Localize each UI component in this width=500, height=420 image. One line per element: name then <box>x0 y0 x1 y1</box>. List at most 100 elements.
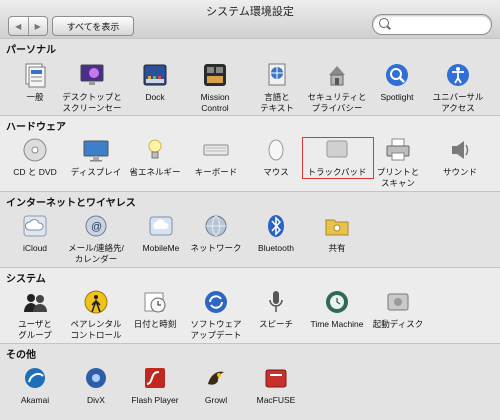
pref-flash-player[interactable]: Flash Player <box>122 364 188 406</box>
back-button[interactable]: ◀ <box>9 17 28 35</box>
pref-label: Bluetooth <box>258 243 294 253</box>
desktop-icon <box>78 61 106 89</box>
section-title: その他 <box>6 350 36 361</box>
pref-sound[interactable]: サウンド <box>427 136 493 178</box>
search-field[interactable] <box>372 14 492 35</box>
pref-label: 共有 <box>328 243 346 253</box>
pref-label: Akamai <box>20 395 50 405</box>
pref-label: セキュリティと プライバシー <box>307 92 367 113</box>
pref-growl[interactable]: Growl <box>183 364 249 406</box>
growl-icon <box>202 364 230 392</box>
section-internet-wireless: インターネットとワイヤレス iCloud @ メール/連絡先/ カレンダー Mo… <box>0 191 500 268</box>
pref-universal-access[interactable]: ユニバーサル アクセス <box>425 61 491 114</box>
display-icon <box>82 136 110 164</box>
printer-icon <box>384 136 412 164</box>
pref-label: メール/連絡先/ カレンダー <box>68 243 124 264</box>
pref-language[interactable]: 言語と テキスト <box>244 61 310 114</box>
bluetooth-icon <box>262 212 290 240</box>
network-icon <box>202 212 230 240</box>
pref-label: 言語と テキスト <box>260 92 294 113</box>
pref-display[interactable]: ディスプレイ <box>63 136 129 178</box>
date-time-icon <box>141 288 169 316</box>
section-title: システム <box>6 274 46 285</box>
language-icon <box>263 61 291 89</box>
pref-cd-dvd[interactable]: CD と DVD <box>2 136 68 178</box>
pref-label: キーボード <box>194 167 238 177</box>
pref-mail-contacts[interactable]: @ メール/連絡先/ カレンダー <box>63 212 129 265</box>
pref-icloud[interactable]: iCloud <box>2 212 68 254</box>
mobileme-icon <box>147 212 175 240</box>
pref-label: Flash Player <box>131 395 179 405</box>
nav-buttons: ◀ ▶ <box>8 16 48 36</box>
pref-label: 起動ディスク <box>372 319 424 329</box>
time-machine-icon <box>323 288 351 316</box>
pref-time-machine[interactable]: Time Machine <box>304 288 370 330</box>
energy-saver-icon <box>141 136 169 164</box>
search-icon <box>379 18 389 28</box>
divx-icon <box>82 364 110 392</box>
forward-button[interactable]: ▶ <box>27 17 48 35</box>
pref-label: iCloud <box>22 243 48 253</box>
pref-print-scan[interactable]: プリントと スキャン <box>365 136 431 189</box>
pref-bluetooth[interactable]: Bluetooth <box>243 212 309 254</box>
section-system: システム ユーザと グループ ペアレンタル コントロール 日付と時刻 ソフトウェ… <box>0 267 500 344</box>
pref-parental-controls[interactable]: ペアレンタル コントロール <box>63 288 129 341</box>
pref-startup-disk[interactable]: 起動ディスク <box>365 288 431 330</box>
pref-security[interactable]: セキュリティと プライバシー <box>304 61 370 114</box>
pref-label: 日付と時刻 <box>133 319 177 329</box>
pref-spotlight[interactable]: Spotlight <box>364 61 430 103</box>
dock-icon <box>141 61 169 89</box>
speech-icon <box>262 288 290 316</box>
akamai-icon <box>21 364 49 392</box>
pref-energy-saver[interactable]: 省エネルギー <box>122 136 188 178</box>
sound-icon <box>446 136 474 164</box>
icloud-icon <box>21 212 49 240</box>
pref-label: 省エネルギー <box>129 167 181 177</box>
mouse-icon <box>262 136 290 164</box>
section-title: インターネットとワイヤレス <box>6 198 136 209</box>
pref-label: Growl <box>204 395 228 405</box>
pref-sharing[interactable]: 共有 <box>304 212 370 254</box>
pref-mouse[interactable]: マウス <box>243 136 309 178</box>
section-title: パーソナル <box>6 45 56 56</box>
pref-users-groups[interactable]: ユーザと グループ <box>2 288 68 341</box>
pref-software-update[interactable]: ソフトウェア アップデート <box>183 288 249 341</box>
pref-trackpad[interactable]: トラックパッド <box>304 136 370 178</box>
pref-label: Time Machine <box>310 319 364 329</box>
section-title: ハードウェア <box>6 122 66 133</box>
pref-label: Mission Control <box>200 92 230 113</box>
flash-icon <box>141 364 169 392</box>
system-preferences-window: システム環境設定 ◀ ▶ すべてを表示 パーソナル 一般 デスクトップと スクリ… <box>0 0 500 420</box>
show-all-button[interactable]: すべてを表示 <box>52 16 134 36</box>
pref-label: DivX <box>87 395 105 405</box>
pref-date-time[interactable]: 日付と時刻 <box>122 288 188 330</box>
users-icon <box>21 288 49 316</box>
pref-label: Spotlight <box>380 92 414 102</box>
pref-divx[interactable]: DivX <box>63 364 129 406</box>
pref-keyboard[interactable]: キーボード <box>183 136 249 178</box>
section-other: その他 Akamai DivX Flash Player Growl MacFU… <box>0 343 500 420</box>
pref-label: スピーチ <box>258 319 293 329</box>
keyboard-icon <box>202 136 230 164</box>
pref-label: マウス <box>263 167 289 177</box>
pref-dock[interactable]: Dock <box>122 61 188 103</box>
general-icon <box>21 61 49 89</box>
svg-text:@: @ <box>91 221 102 233</box>
mission-control-icon <box>201 61 229 89</box>
pref-label: MacFUSE <box>256 395 296 405</box>
parental-icon <box>82 288 110 316</box>
trackpad-icon <box>323 136 351 164</box>
universal-access-icon <box>444 61 472 89</box>
pref-label: ペアレンタル コントロール <box>70 319 122 340</box>
pref-mission-control[interactable]: Mission Control <box>182 61 248 114</box>
pref-label: プリントと スキャン <box>376 167 420 188</box>
sharing-icon <box>323 212 351 240</box>
search-input[interactable] <box>393 17 489 32</box>
startup-disk-icon <box>384 288 412 316</box>
pref-label: ディスプレイ <box>70 167 122 177</box>
pref-macfuse[interactable]: MacFUSE <box>243 364 309 406</box>
pref-speech[interactable]: スピーチ <box>243 288 309 330</box>
pref-network[interactable]: ネットワーク <box>183 212 249 254</box>
pref-akamai[interactable]: Akamai <box>2 364 68 406</box>
pref-label: CD と DVD <box>13 167 57 177</box>
